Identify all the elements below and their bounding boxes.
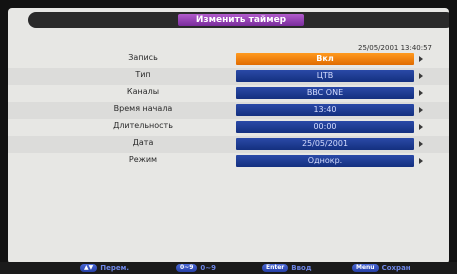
arrow-right-icon [419, 107, 423, 113]
setting-row-duration[interactable]: Длительность 00:00 [8, 119, 449, 136]
setting-row-date[interactable]: Дата 25/05/2001 [8, 136, 449, 153]
setting-row-mode[interactable]: Режим Однокр. [8, 153, 449, 170]
setting-row-start-time[interactable]: Время начала 13:40 [8, 102, 449, 119]
channels-value-field[interactable]: BBC ONE [236, 87, 414, 99]
hint-label: Перем. [100, 264, 129, 272]
row-label: Длительность [113, 121, 173, 130]
menu-key-icon: Menu [352, 264, 379, 272]
row-label: Режим [128, 155, 158, 164]
row-label: Время начала [113, 104, 173, 113]
arrow-right-icon [419, 90, 423, 96]
screen-title: Изменить таймер [177, 14, 305, 26]
duration-value-field[interactable]: 00:00 [236, 121, 414, 133]
updown-key-icon: ▲▼ [80, 264, 98, 272]
arrow-right-icon [419, 56, 423, 62]
mode-value-field[interactable]: Однокр. [236, 155, 414, 167]
date-value-field[interactable]: 25/05/2001 [236, 138, 414, 150]
setting-row-record[interactable]: Запись Вкл [8, 51, 449, 68]
type-value-field[interactable]: ЦТВ [236, 70, 414, 82]
digits-key-icon: 0~9 [176, 264, 198, 272]
row-label: Каналы [126, 87, 160, 96]
row-label: Запись [128, 53, 158, 62]
start-time-value-field[interactable]: 13:40 [236, 104, 414, 116]
hint-label: Ввод [291, 264, 312, 272]
arrow-right-icon [419, 73, 423, 79]
arrow-right-icon [419, 158, 423, 164]
record-value-field[interactable]: Вкл [236, 53, 414, 65]
arrow-right-icon [419, 141, 423, 147]
hint-label: Сохран [381, 264, 411, 272]
enter-key-icon: Enter [262, 264, 289, 272]
row-label: Тип [135, 70, 151, 79]
hint-label: 0~9 [200, 264, 216, 272]
row-label: Дата [132, 138, 154, 147]
hint-save: Menu Сохран [352, 263, 411, 273]
hint-enter: Enter Ввод [262, 263, 312, 273]
setting-row-type[interactable]: Тип ЦТВ [8, 68, 449, 85]
hint-move: ▲▼ Перем. [80, 263, 129, 273]
arrow-right-icon [419, 124, 423, 130]
title-bar: Изменить таймер [28, 12, 449, 28]
hint-digits: 0~9 0~9 [176, 263, 216, 273]
setting-row-channels[interactable]: Каналы BBC ONE [8, 85, 449, 102]
